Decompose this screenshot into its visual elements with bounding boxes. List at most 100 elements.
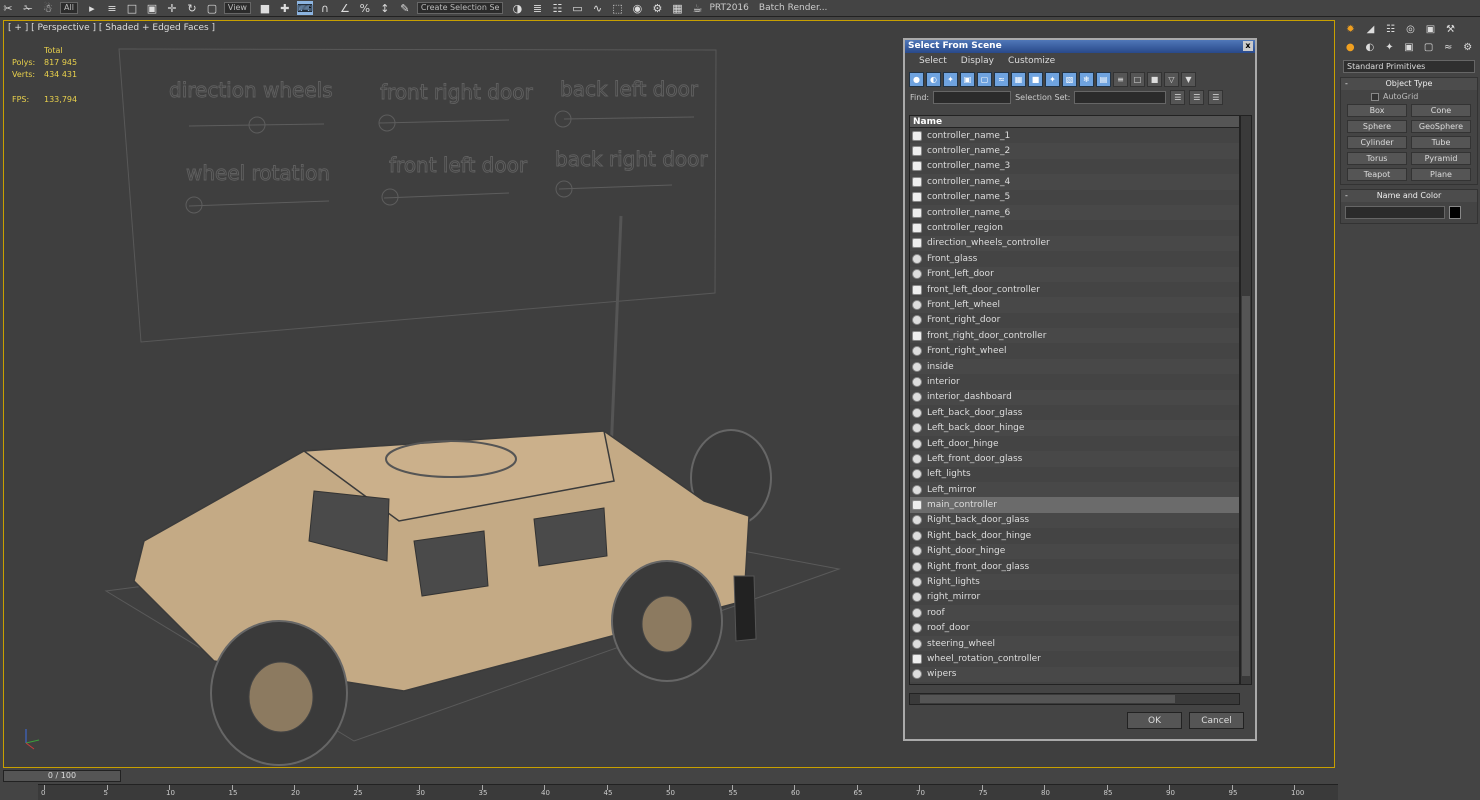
list-item[interactable]: Front_right_wheel [910, 343, 1239, 358]
display-containers-icon[interactable]: ▧ [1062, 71, 1077, 87]
object-type-header[interactable]: - Object Type [1341, 78, 1477, 90]
motion-tab-icon[interactable]: ◎ [1402, 22, 1419, 37]
bind-icon[interactable]: ☃ [40, 1, 56, 15]
display-helpers-icon[interactable]: ▢ [977, 71, 992, 87]
spacewarps-icon[interactable]: ≈ [1440, 40, 1457, 55]
close-icon[interactable]: x [1243, 41, 1253, 51]
rectangular-region-icon[interactable]: □ [124, 1, 140, 15]
list-item[interactable]: front_left_door_controller [910, 282, 1239, 297]
list-item[interactable]: right_mirror [910, 590, 1239, 605]
select-all-icon[interactable]: ≡ [1113, 71, 1128, 87]
list-item[interactable]: controller_name_6 [910, 204, 1239, 221]
selection-set-dropdown[interactable] [1074, 91, 1167, 104]
list-item[interactable]: Left_back_door_glass [910, 405, 1239, 420]
list-item[interactable]: Right_back_door_hinge [910, 528, 1239, 543]
display-hidden-icon[interactable]: ▤ [1096, 71, 1111, 87]
toggle-ribbon-icon[interactable]: ▭ [569, 1, 585, 15]
curve-editor-icon[interactable]: ∿ [589, 1, 605, 15]
list-item[interactable]: steering_wheel [910, 635, 1239, 652]
cancel-button[interactable]: Cancel [1189, 712, 1244, 729]
box-button[interactable]: Box [1347, 104, 1407, 117]
geosphere-button[interactable]: GeoSphere [1411, 120, 1471, 133]
select-by-name-icon[interactable]: ≡ [104, 1, 120, 15]
list-item[interactable]: Front_left_door [910, 266, 1239, 282]
menu-display[interactable]: Display [961, 56, 994, 66]
display-groups-icon[interactable]: ▦ [1011, 71, 1026, 87]
geometry-icon[interactable]: ● [1342, 40, 1359, 55]
lights-icon[interactable]: ✦ [1381, 40, 1398, 55]
select-rotate-icon[interactable]: ↻ [184, 1, 200, 15]
batch-render-menu[interactable]: Batch Render... [759, 3, 828, 13]
schematic-view-icon[interactable]: ⬚ [609, 1, 625, 15]
rendered-frame-icon[interactable]: ▦ [669, 1, 685, 15]
column-header-name[interactable]: Name [910, 116, 1239, 128]
list-item[interactable]: controller_name_1 [910, 128, 1239, 143]
display-shapes-icon[interactable]: ◐ [926, 71, 941, 87]
list-item[interactable]: Right_back_door_glass [910, 512, 1239, 529]
list-item[interactable]: Left_front_door_glass [910, 451, 1239, 467]
plane-button[interactable]: Plane [1411, 168, 1471, 181]
select-move-icon[interactable]: ✛ [164, 1, 180, 15]
helpers-icon[interactable]: ▢ [1420, 40, 1437, 55]
utilities-tab-icon[interactable]: ⚒ [1442, 22, 1459, 37]
list-item[interactable]: Front_right_door [910, 313, 1239, 328]
cylinder-button[interactable]: Cylinder [1347, 136, 1407, 149]
display-xrefs-icon[interactable]: ■ [1028, 71, 1043, 87]
list-item[interactable]: interior [910, 374, 1239, 389]
list-item[interactable]: Front_glass [910, 251, 1239, 266]
percent-snap-icon[interactable]: % [357, 1, 373, 15]
unlink-icon[interactable]: ✁ [20, 1, 36, 15]
cone-button[interactable]: Cone [1411, 104, 1471, 117]
add-to-selection-set-icon[interactable]: ☰ [1189, 90, 1205, 105]
name-color-header[interactable]: - Name and Color [1341, 190, 1477, 202]
select-manipulate-icon[interactable]: ✚ [277, 1, 293, 15]
ok-button[interactable]: OK [1127, 712, 1182, 729]
list-item[interactable]: controller_name_5 [910, 190, 1239, 205]
render-production-icon[interactable]: ☕ [689, 1, 705, 15]
hierarchy-tab-icon[interactable]: ☷ [1382, 22, 1399, 37]
list-item[interactable]: controller_name_2 [910, 143, 1239, 159]
menu-select[interactable]: Select [919, 56, 947, 66]
list-item[interactable]: wipers [910, 666, 1239, 683]
list-item[interactable]: Front_left_wheel [910, 297, 1239, 313]
window-crossing-icon[interactable]: ▣ [144, 1, 160, 15]
select-scale-icon[interactable]: ▢ [204, 1, 220, 15]
list-item[interactable]: Right_door_hinge [910, 543, 1239, 559]
list-item[interactable]: Right_front_door_glass [910, 559, 1239, 574]
list-item[interactable]: inside [910, 358, 1239, 375]
list-item[interactable]: front_right_door_controller [910, 328, 1239, 344]
pivot-icon[interactable]: ■ [257, 1, 273, 15]
torus-button[interactable]: Torus [1347, 152, 1407, 165]
find-input[interactable] [933, 91, 1012, 104]
display-bones-icon[interactable]: ✦ [1045, 71, 1060, 87]
display-frozen-icon[interactable]: ❄ [1079, 71, 1094, 87]
list-item[interactable]: left_lights [910, 467, 1239, 482]
select-none-icon[interactable]: □ [1130, 71, 1145, 87]
modify-tab-icon[interactable]: ◢ [1362, 22, 1379, 37]
list-item[interactable]: Left_mirror [910, 481, 1239, 498]
filter-icon[interactable]: ▽ [1164, 71, 1179, 87]
list-item[interactable]: Left_back_door_hinge [910, 420, 1239, 436]
display-tab-icon[interactable]: ▣ [1422, 22, 1439, 37]
keyboard-shortcut-icon[interactable]: ⌨ [296, 1, 313, 15]
list-item[interactable]: direction_wheels_controller [910, 235, 1239, 252]
snaps-toggle-icon[interactable]: ∩ [317, 1, 333, 15]
scene-object-list[interactable]: Name controller_name_1 controller_name_2c… [909, 115, 1240, 685]
tube-button[interactable]: Tube [1411, 136, 1471, 149]
object-color-swatch[interactable] [1449, 206, 1461, 219]
angle-snap-icon[interactable]: ∠ [337, 1, 353, 15]
reference-coordinate-dropdown[interactable]: View [223, 2, 251, 14]
list-item[interactable]: roof [910, 605, 1239, 621]
vertical-scroll-thumb[interactable] [1242, 296, 1250, 676]
named-selection-sets-dropdown[interactable]: Create Selection Se [416, 2, 504, 14]
remove-from-selection-set-icon[interactable]: ☰ [1208, 90, 1224, 105]
render-setup-icon[interactable]: ⚙ [649, 1, 665, 15]
horizontal-scrollbar[interactable] [909, 693, 1240, 705]
list-item[interactable]: wheel_rotation_controller [910, 651, 1239, 666]
mirror-icon[interactable]: ◑ [509, 1, 525, 15]
list-item[interactable]: Left_door_hinge [910, 436, 1239, 451]
vertical-scrollbar[interactable] [1240, 115, 1252, 685]
list-item[interactable]: main_controller [910, 497, 1239, 513]
display-lights-icon[interactable]: ✦ [943, 71, 958, 87]
align-icon[interactable]: ≣ [529, 1, 545, 15]
